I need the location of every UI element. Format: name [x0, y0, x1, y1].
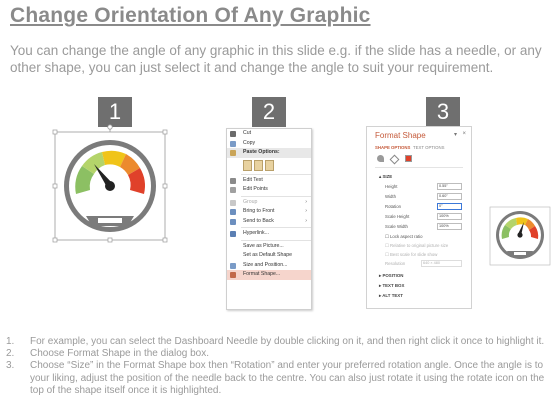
dashboard-gauge-small[interactable]	[488, 205, 552, 267]
menu-item-paste-options: Paste Options:	[227, 148, 311, 158]
lock-aspect-checkbox[interactable]: ☐ Lock aspect ratio	[385, 234, 423, 240]
menu-item-format-shape[interactable]: Format Shape...	[227, 270, 311, 280]
effects-icon[interactable]	[389, 154, 400, 165]
page-title: Change Orientation Of Any Graphic	[10, 4, 371, 27]
width-label: Width	[385, 194, 396, 199]
section-alt-text[interactable]: ▸ ALT TEXT	[379, 293, 403, 299]
scale-height-input[interactable]: 100%	[437, 213, 462, 220]
menu-item-edit-points[interactable]: Edit Points	[227, 185, 311, 195]
tab-text-options[interactable]: TEXT OPTIONS	[413, 145, 444, 150]
paste-options-row	[227, 158, 311, 173]
bring-to-front-icon	[230, 209, 236, 215]
step-number-3: 3	[426, 97, 460, 127]
resize-handle[interactable]	[162, 183, 168, 189]
menu-item-size-and-position[interactable]: Size and Position...	[227, 261, 311, 271]
height-label: Height	[385, 184, 398, 189]
tab-shape-options[interactable]: SHAPE OPTIONS	[375, 145, 410, 150]
pane-title: Format Shape	[375, 131, 426, 140]
resolution-label: Resolution	[385, 261, 406, 266]
format-shape-icon	[230, 272, 236, 278]
resize-handle[interactable]	[52, 183, 58, 189]
section-position[interactable]: ▸ POSITION	[379, 273, 403, 279]
instruction-step: 3. Choose “Size” in the Format Shape box …	[6, 360, 545, 396]
resize-handle[interactable]	[52, 129, 58, 135]
copy-icon	[230, 140, 236, 147]
format-shape-pane: Format Shape ▾ × SHAPE OPTIONS TEXT OPTI…	[366, 126, 472, 309]
menu-item-save-as-picture[interactable]: Save as Picture...	[227, 242, 311, 252]
menu-item-group[interactable]: Group ›	[227, 198, 311, 208]
paste-keep-source-icon[interactable]	[243, 159, 252, 171]
scale-width-input[interactable]: 100%	[437, 223, 462, 230]
size-properties-icon[interactable]	[405, 155, 412, 162]
chevron-right-icon: ›	[305, 217, 307, 224]
edit-points-icon	[230, 187, 236, 193]
menu-item-bring-to-front[interactable]: Bring to Front ›	[227, 207, 311, 217]
close-icon[interactable]: ×	[462, 131, 466, 137]
width-input[interactable]: 0.60"	[437, 193, 462, 200]
relative-original-checkbox[interactable]: ☐ Relative to original picture size	[385, 243, 448, 249]
instruction-step: 1. For example, you can select the Dashbo…	[6, 336, 545, 347]
size-position-icon	[230, 262, 236, 269]
hyperlink-icon	[230, 231, 236, 237]
send-to-back-icon	[230, 218, 236, 225]
section-text-box[interactable]: ▸ TEXT BOX	[379, 283, 404, 289]
instruction-steps: 1. For example, you can select the Dashbo…	[6, 336, 552, 397]
menu-item-hyperlink[interactable]: Hyperlink...	[227, 229, 311, 239]
menu-item-send-to-back[interactable]: Send to Back ›	[227, 217, 311, 227]
rotate-handle[interactable]	[107, 124, 113, 130]
menu-item-cut[interactable]: Cut	[227, 129, 311, 139]
context-menu: Cut Copy Paste Options: Edit Text Edit P…	[226, 128, 312, 310]
rotation-label: Rotation	[385, 204, 402, 209]
scale-width-label: Scale Width	[385, 224, 408, 229]
menu-item-copy[interactable]: Copy	[227, 139, 311, 149]
step-number-1: 1	[98, 97, 132, 127]
height-input[interactable]: 0.55"	[437, 183, 462, 190]
menu-item-edit-text[interactable]: Edit Text	[227, 176, 311, 186]
dashboard-gauge-large[interactable]	[50, 124, 170, 244]
step-number-2: 2	[252, 97, 286, 127]
scale-height-label: Scale Height	[385, 214, 410, 219]
section-size[interactable]: ▴ SIZE	[379, 174, 392, 180]
paste-text-only-icon[interactable]	[265, 159, 274, 171]
menu-item-set-default-shape[interactable]: Set as Default Shape	[227, 251, 311, 261]
paste-icon	[230, 150, 236, 156]
resize-handle[interactable]	[52, 237, 58, 243]
group-icon	[230, 199, 236, 206]
instruction-step: 2. Choose Format Shape in the dialog box.	[6, 348, 209, 360]
resolution-select[interactable]: 640 × 480	[421, 260, 462, 267]
best-scale-checkbox[interactable]: ☐ Best scale for slide show	[385, 252, 437, 258]
scissors-icon	[230, 131, 236, 137]
rotation-input[interactable]: 0°	[437, 203, 462, 210]
resize-handle[interactable]	[162, 237, 168, 243]
chevron-right-icon: ›	[305, 208, 307, 214]
intro-text: You can change the angle of any graphic …	[10, 43, 542, 75]
resize-handle[interactable]	[162, 129, 168, 135]
paste-picture-icon[interactable]	[254, 159, 263, 171]
dropdown-icon[interactable]: ▾	[454, 131, 457, 138]
chevron-right-icon: ›	[305, 198, 307, 205]
resize-handle[interactable]	[107, 237, 113, 243]
needle-pivot	[105, 181, 115, 191]
fill-line-icon[interactable]	[377, 155, 384, 162]
edit-text-icon	[230, 177, 236, 184]
